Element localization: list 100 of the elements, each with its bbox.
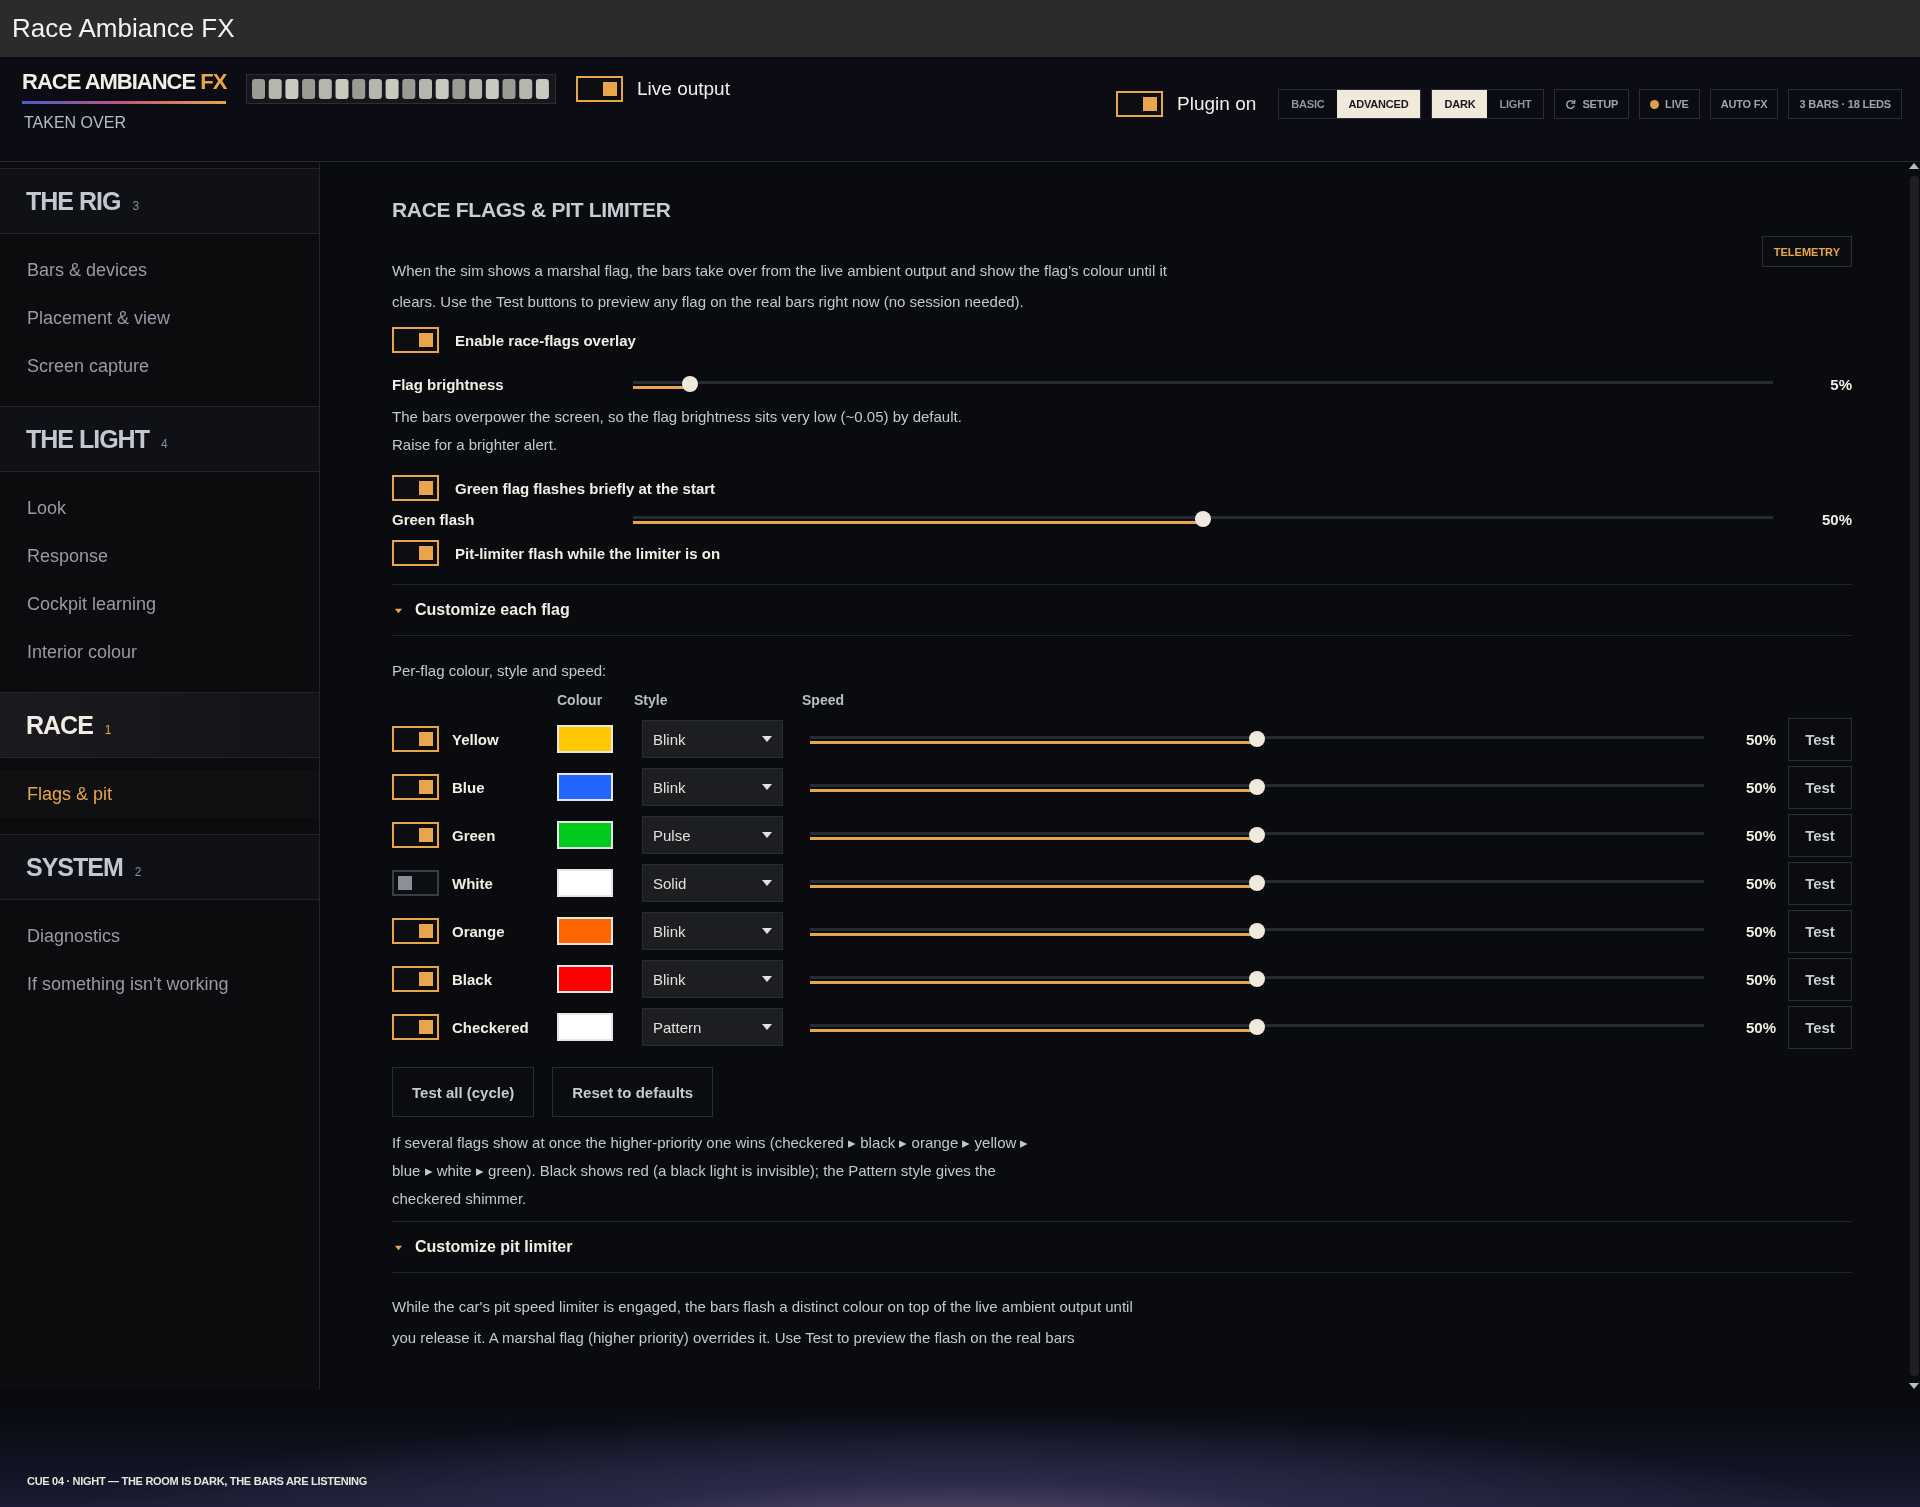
nav-item[interactable]: Placement & view <box>0 294 319 342</box>
toggle-label: Green flag flashes briefly at the start <box>455 479 716 497</box>
expander-label: Customize pit limiter <box>415 1238 573 1256</box>
page-title: RACE FLAGS & PIT LIMITER <box>392 198 671 222</box>
app-logo: RACE AMBIANCE FX <box>22 69 227 104</box>
toggle-label: Plugin on <box>1177 93 1257 115</box>
header-button[interactable]: AUTO FX <box>1709 89 1779 119</box>
nav-item[interactable]: Look <box>0 484 319 532</box>
toggle-switch[interactable] <box>392 726 439 752</box>
action-button[interactable]: Reset to defaults <box>552 1067 714 1117</box>
footer-caption: CUE 04 · NIGHT — THE ROOM IS DARK, THE BARS ARE LISTENING <box>27 1475 367 1487</box>
slider-value: 50% <box>1745 826 1776 844</box>
toggle-label: Enable race-flags overlay <box>455 331 636 349</box>
section-header[interactable]: SYSTEM 2 <box>0 834 319 900</box>
description-text: While the car's pit speed limiter is engaged, the bars flash a distinct colour on top of the live ambient output until you release it. A marshal flag (higher priority) overrides it. Use Test to preview the flash on the real bars <box>392 1297 1134 1348</box>
section-title: SYSTEM <box>26 853 123 882</box>
caret-icon <box>762 832 772 838</box>
style-dropdown[interactable]: Blink <box>642 912 783 950</box>
test-button[interactable]: Test <box>1788 765 1852 809</box>
nav-item[interactable]: Response <box>0 532 319 580</box>
slider-value: 50% <box>1745 874 1776 892</box>
nav-item[interactable]: Diagnostics <box>0 912 319 960</box>
style-dropdown[interactable]: Pattern <box>642 1008 783 1046</box>
status-dot-icon <box>1650 99 1660 109</box>
slider-value: 50% <box>1820 510 1852 528</box>
toggle-switch[interactable] <box>392 1014 439 1040</box>
slider-label: Flag brightness <box>392 375 505 393</box>
style-dropdown[interactable]: Pulse <box>642 816 783 854</box>
section-header[interactable]: THE RIG 3 <box>0 168 319 234</box>
nav-item[interactable]: Cockpit learning <box>0 580 319 628</box>
section-title: THE LIGHT <box>26 425 149 454</box>
toggle-switch[interactable] <box>392 774 439 800</box>
flag-name: Orange <box>452 922 505 940</box>
column-header: Speed <box>802 692 844 708</box>
slider-value: 50% <box>1745 1018 1776 1036</box>
style-dropdown[interactable]: Blink <box>642 720 783 758</box>
header-button[interactable]: LIVE <box>1639 89 1700 119</box>
help-text: The bars overpower the screen, so the flag brightness sits very low (~0.05) by default. Raise for a brighter alert. <box>392 407 963 455</box>
column-header: Style <box>634 692 668 708</box>
toggle-label: Pit-limiter flash while the limiter is on <box>455 544 721 562</box>
action-button[interactable]: Test all (cycle) <box>392 1067 535 1117</box>
expander-label: Customize each flag <box>415 601 570 619</box>
segment-tab[interactable]: DARK <box>1432 90 1488 118</box>
toggle-label: Live output <box>637 78 730 100</box>
test-button[interactable]: Test <box>1788 861 1852 905</box>
test-button[interactable]: Test <box>1788 813 1852 857</box>
item-count: 3 <box>132 199 140 213</box>
telemetry-button[interactable]: TELEMETRY <box>1761 236 1852 267</box>
style-dropdown[interactable]: Solid <box>642 864 783 902</box>
expander[interactable]: Customize each flag <box>392 585 1852 635</box>
test-button[interactable]: Test <box>1788 717 1852 761</box>
section-header[interactable]: RACE 1 <box>0 692 319 758</box>
segment-tab[interactable]: ADVANCED <box>1336 90 1421 118</box>
test-button[interactable]: Test <box>1788 909 1852 953</box>
colour-swatch[interactable] <box>557 965 613 993</box>
test-button[interactable]: Test <box>1788 1005 1852 1049</box>
caret-icon <box>762 1024 772 1030</box>
style-dropdown[interactable]: Blink <box>642 960 783 998</box>
toggle-switch[interactable] <box>392 822 439 848</box>
slider-value: 50% <box>1745 730 1776 748</box>
nav-item[interactable]: Screen capture <box>0 342 319 390</box>
item-count: 4 <box>160 437 168 451</box>
caret-icon <box>762 880 772 886</box>
toggle-switch[interactable] <box>392 540 439 566</box>
nav-item[interactable]: Flags & pit <box>0 770 319 818</box>
toggle-switch[interactable] <box>392 327 439 353</box>
expander[interactable]: Customize pit limiter <box>392 1222 1852 1272</box>
section-header[interactable]: THE LIGHT 4 <box>0 406 319 472</box>
header-button[interactable]: 3 BARS · 18 LEDS <box>1788 89 1902 119</box>
style-dropdown[interactable]: Blink <box>642 768 783 806</box>
column-header: Colour <box>557 692 603 708</box>
colour-swatch[interactable] <box>557 773 613 801</box>
slider-value: 50% <box>1745 922 1776 940</box>
slider-value: 50% <box>1745 970 1776 988</box>
refresh-icon <box>1565 98 1577 110</box>
nav-item[interactable]: If something isn't working <box>0 960 319 1008</box>
slider-value: 5% <box>1829 375 1852 393</box>
section-title: RACE <box>26 711 93 740</box>
colour-swatch[interactable] <box>557 1013 613 1041</box>
window-title: Race Ambiance FX <box>12 13 235 44</box>
nav-item[interactable]: Interior colour <box>0 628 319 676</box>
scrollbar[interactable] <box>1908 162 1920 1390</box>
toggle-switch[interactable] <box>576 76 623 102</box>
toggle-switch[interactable] <box>392 870 439 896</box>
toggle-switch[interactable] <box>392 918 439 944</box>
toggle-switch[interactable] <box>1116 91 1164 117</box>
colour-swatch[interactable] <box>557 869 613 897</box>
flag-name: Checkered <box>452 1018 529 1036</box>
colour-swatch[interactable] <box>557 917 613 945</box>
item-count: 1 <box>104 723 112 737</box>
nav-item[interactable]: Bars & devices <box>0 246 319 294</box>
flag-name: Black <box>452 970 493 988</box>
test-button[interactable]: Test <box>1788 957 1852 1001</box>
toggle-switch[interactable] <box>392 475 439 501</box>
header-button[interactable]: SETUP <box>1554 89 1630 119</box>
toggle-switch[interactable] <box>392 966 439 992</box>
colour-swatch[interactable] <box>557 821 613 849</box>
colour-swatch[interactable] <box>557 725 613 753</box>
caption-text: Per-flag colour, style and speed: <box>392 662 607 679</box>
flag-name: Green <box>452 826 496 844</box>
